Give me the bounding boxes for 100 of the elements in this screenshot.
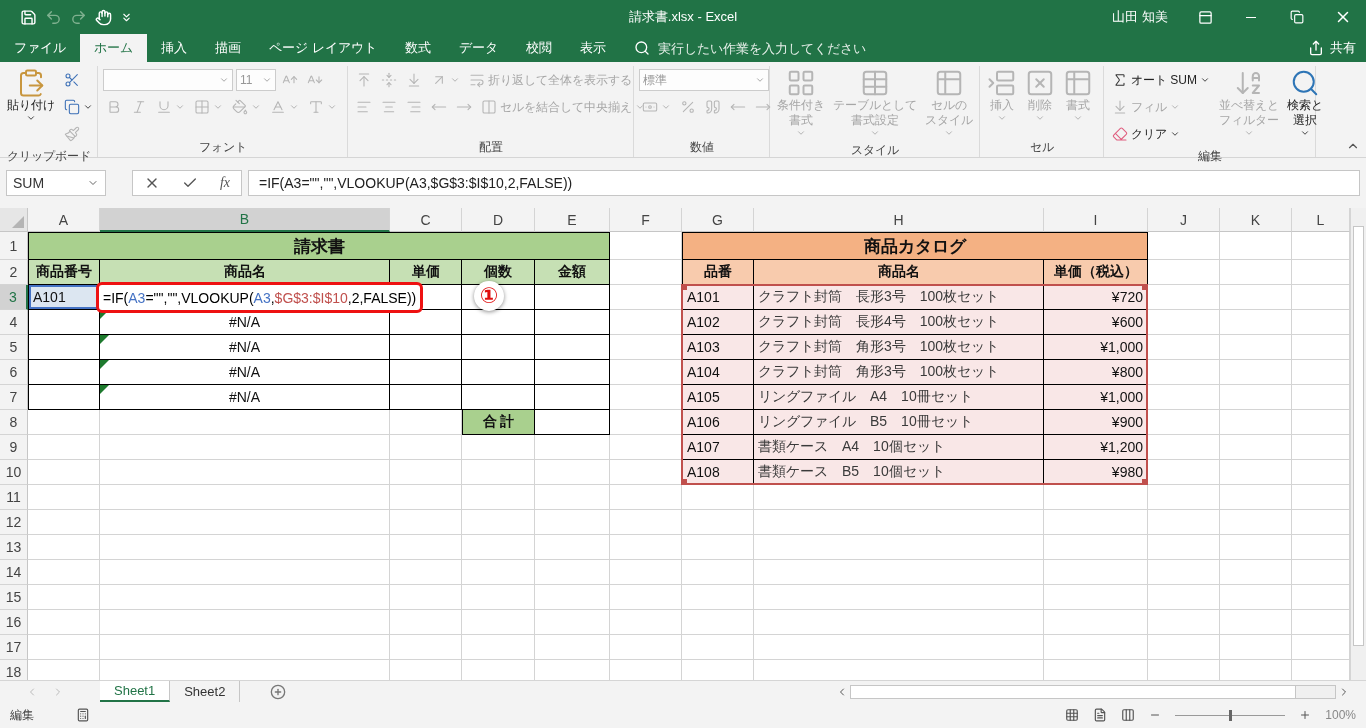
grid-cell[interactable] xyxy=(535,485,610,510)
grid-cell[interactable] xyxy=(100,485,390,510)
grid-cell[interactable] xyxy=(1220,435,1292,460)
menu-tab[interactable]: 校閲 xyxy=(511,34,566,62)
toolbar-button[interactable]: オート SUM xyxy=(1109,68,1213,92)
grid-cell[interactable] xyxy=(682,635,754,660)
share-button[interactable]: 共有 xyxy=(1298,34,1366,62)
grid-cell[interactable] xyxy=(28,535,100,560)
grid-cell[interactable] xyxy=(28,510,100,535)
column-header[interactable]: G xyxy=(682,208,754,232)
grid-cell[interactable] xyxy=(682,510,754,535)
grid-cell[interactable] xyxy=(610,585,682,610)
undo-icon[interactable] xyxy=(45,8,62,26)
grid-cell[interactable] xyxy=(390,460,462,485)
menu-tab[interactable]: 描画 xyxy=(201,34,255,62)
grid-cell[interactable] xyxy=(1148,535,1220,560)
grid-cell[interactable] xyxy=(1220,585,1292,610)
grid-cell[interactable] xyxy=(100,585,390,610)
row-header[interactable]: 4 xyxy=(0,310,28,335)
grid-cell[interactable] xyxy=(462,460,535,485)
grid-cell[interactable] xyxy=(462,535,535,560)
grid-cell[interactable] xyxy=(754,635,1044,660)
tell-me-field[interactable]: 実行したい作業を入力してください xyxy=(625,34,914,62)
grid-cell[interactable] xyxy=(462,485,535,510)
normal-view-icon[interactable] xyxy=(1065,708,1080,722)
column-header[interactable]: B xyxy=(100,208,390,232)
menu-tab[interactable]: 数式 xyxy=(390,34,445,62)
grid-cell[interactable] xyxy=(1148,635,1220,660)
vertical-scrollbar[interactable] xyxy=(1350,208,1366,680)
row-header[interactable]: 1 xyxy=(0,232,28,260)
column-header[interactable]: C xyxy=(390,208,462,232)
grid-cell[interactable] xyxy=(100,610,390,635)
menu-tab[interactable]: ファイル xyxy=(0,34,80,62)
ribbon-button[interactable]: 貼り付け xyxy=(5,66,57,146)
grid-cell[interactable] xyxy=(1220,232,1292,260)
redo-icon[interactable] xyxy=(70,8,87,26)
grid-cell[interactable] xyxy=(390,535,462,560)
insert-function-button[interactable]: fx xyxy=(219,175,230,191)
grid-cell[interactable] xyxy=(28,610,100,635)
grid-cell[interactable] xyxy=(1220,535,1292,560)
row-header[interactable]: 15 xyxy=(0,585,28,610)
grid-cell[interactable] xyxy=(682,610,754,635)
grid-cell[interactable] xyxy=(1148,285,1220,310)
row-header[interactable]: 11 xyxy=(0,485,28,510)
grid-cell[interactable] xyxy=(1220,410,1292,435)
row-header[interactable]: 5 xyxy=(0,335,28,360)
grid-cell[interactable] xyxy=(390,610,462,635)
menu-tab[interactable]: ホーム xyxy=(80,34,147,62)
row-header[interactable]: 10 xyxy=(0,460,28,485)
menu-tab[interactable]: ページ レイアウト xyxy=(255,34,391,62)
grid-cell[interactable] xyxy=(1220,610,1292,635)
sheet-tab[interactable]: Sheet1 xyxy=(100,681,171,702)
grid-cell[interactable] xyxy=(1044,535,1148,560)
grid-cell[interactable] xyxy=(1220,285,1292,310)
grid-cell[interactable] xyxy=(1220,560,1292,585)
grid-cell[interactable] xyxy=(535,610,610,635)
grid-cell[interactable] xyxy=(1148,560,1220,585)
grid-cell[interactable] xyxy=(754,560,1044,585)
grid-cell[interactable] xyxy=(754,585,1044,610)
grid-cell[interactable] xyxy=(462,510,535,535)
grid-cell[interactable] xyxy=(1220,360,1292,385)
column-header[interactable]: D xyxy=(462,208,535,232)
page-break-icon[interactable] xyxy=(1121,708,1136,722)
grid-cell[interactable] xyxy=(535,560,610,585)
save-icon[interactable] xyxy=(20,8,37,26)
row-header[interactable]: 13 xyxy=(0,535,28,560)
grid-cell[interactable] xyxy=(390,635,462,660)
grid-cell[interactable] xyxy=(390,485,462,510)
grid-cell[interactable] xyxy=(1220,385,1292,410)
grid-cell[interactable] xyxy=(682,535,754,560)
column-header[interactable]: E xyxy=(535,208,610,232)
grid-cell[interactable] xyxy=(462,610,535,635)
grid-cell[interactable] xyxy=(100,560,390,585)
row-header[interactable]: 2 xyxy=(0,260,28,285)
grid-cell[interactable] xyxy=(462,585,535,610)
row-header[interactable]: 17 xyxy=(0,635,28,660)
menu-tab[interactable]: 挿入 xyxy=(147,34,201,62)
grid-cell[interactable] xyxy=(1220,635,1292,660)
grid-cell[interactable] xyxy=(535,535,610,560)
grid-cell[interactable] xyxy=(610,635,682,660)
grid-cell[interactable] xyxy=(1044,485,1148,510)
row-header[interactable]: 9 xyxy=(0,435,28,460)
grid-cell[interactable] xyxy=(1044,510,1148,535)
grid-cell[interactable] xyxy=(1148,485,1220,510)
grid-cell[interactable] xyxy=(390,510,462,535)
grid-cell[interactable] xyxy=(100,510,390,535)
grid-cell[interactable] xyxy=(28,485,100,510)
row-header[interactable]: 3 xyxy=(0,285,28,310)
grid-cell[interactable] xyxy=(1148,385,1220,410)
grid-cell[interactable] xyxy=(390,585,462,610)
grid-cell[interactable] xyxy=(535,585,610,610)
grid-cell[interactable] xyxy=(100,460,390,485)
grid-cell[interactable] xyxy=(1220,310,1292,335)
grid-cell[interactable] xyxy=(462,560,535,585)
formula-field[interactable]: =IF(A3="","",VLOOKUP(A3,$G$3:$I$10,2,FALSE)) xyxy=(248,170,1360,196)
grid-cell[interactable] xyxy=(1044,610,1148,635)
row-header[interactable]: 18 xyxy=(0,660,28,680)
column-header[interactable]: A xyxy=(28,208,100,232)
grid-cell[interactable] xyxy=(610,485,682,510)
grid-cell[interactable] xyxy=(1148,610,1220,635)
